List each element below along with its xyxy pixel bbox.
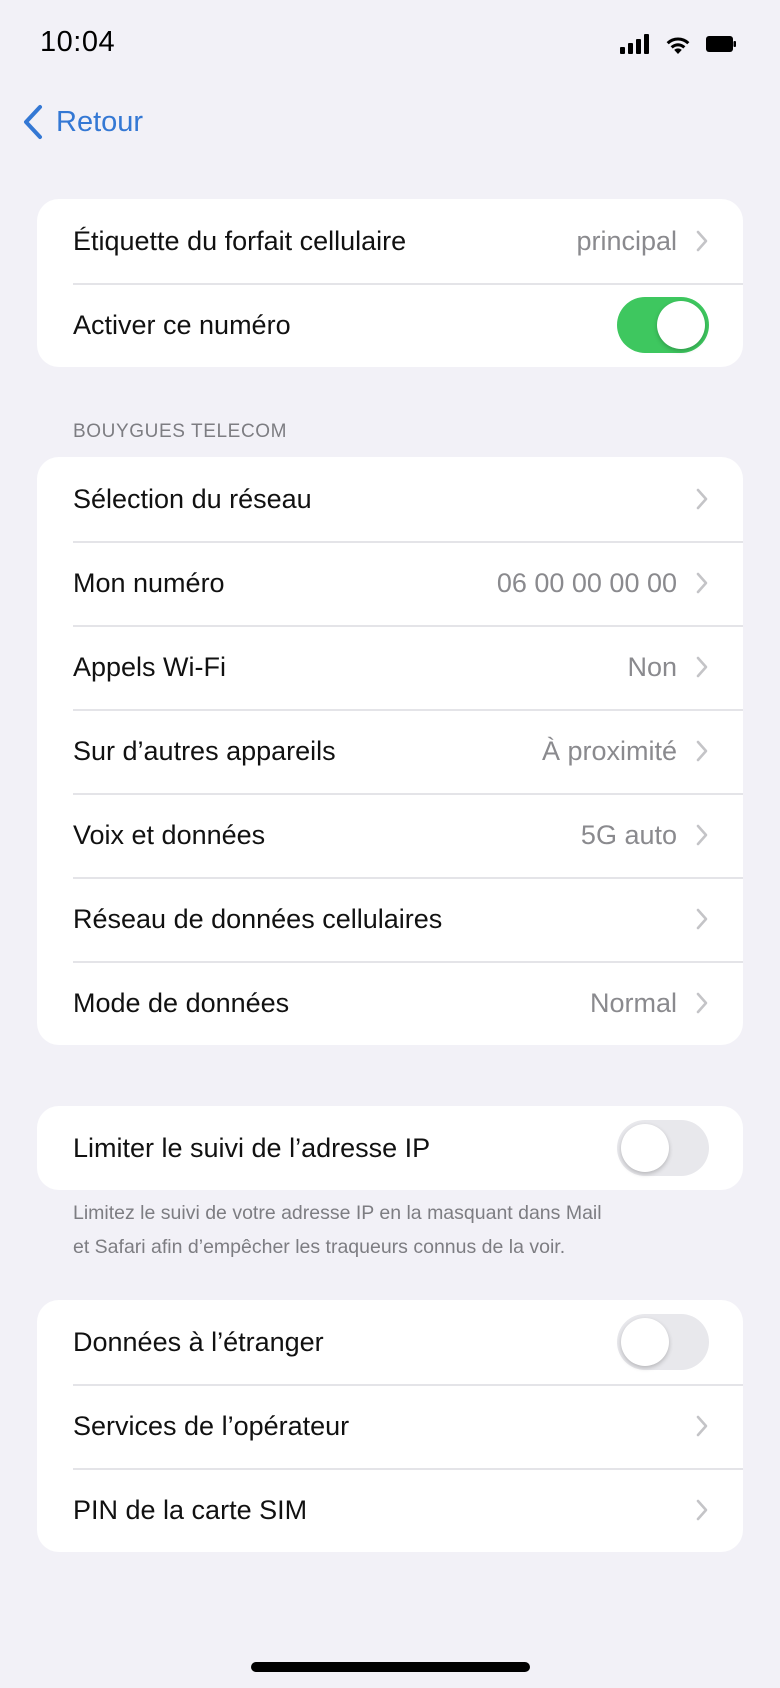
row-value: 06 00 00 00 00 xyxy=(496,567,677,598)
row-label: PIN de la carte SIM xyxy=(73,1494,308,1525)
row-label: Réseau de données cellulaires xyxy=(73,903,443,934)
battery-icon xyxy=(706,36,736,52)
activate-number-row: Activer ce numéro xyxy=(37,283,743,367)
chevron-right-icon xyxy=(696,1415,708,1437)
chevron-right-icon xyxy=(696,656,708,678)
row-label: Mode de données xyxy=(73,987,290,1018)
footer-line: Limitez le suivi de votre adresse IP en … xyxy=(73,1202,602,1224)
row-label: Données à l’étranger xyxy=(73,1326,324,1357)
limit-ip-tracking-row: Limiter le suivi de l’adresse IP xyxy=(37,1106,743,1190)
other-devices-row[interactable]: Sur d’autres appareils À proximité xyxy=(37,709,743,793)
row-label: Sélection du réseau xyxy=(73,483,312,514)
row-label: Activer ce numéro xyxy=(73,309,291,340)
chevron-right-icon xyxy=(696,1499,708,1521)
row-label: Mon numéro xyxy=(73,567,225,598)
my-number-row[interactable]: Mon numéro 06 00 00 00 00 xyxy=(37,541,743,625)
row-label: Voix et données xyxy=(73,819,266,850)
row-value: Non xyxy=(627,651,677,682)
roaming-data-row: Données à l’étranger xyxy=(37,1300,743,1384)
chevron-left-icon xyxy=(24,105,42,139)
signal-icon xyxy=(620,34,649,54)
operator-services-row[interactable]: Services de l’opérateur xyxy=(37,1384,743,1468)
row-label: Services de l’opérateur xyxy=(73,1410,350,1441)
chevron-right-icon xyxy=(696,488,708,510)
network-selection-row[interactable]: Sélection du réseau xyxy=(37,457,743,541)
chevron-right-icon xyxy=(696,992,708,1014)
row-label: Sur d’autres appareils xyxy=(73,735,336,766)
row-value: 5G auto xyxy=(580,819,677,850)
chevron-right-icon xyxy=(696,908,708,930)
chevron-right-icon xyxy=(696,824,708,846)
back-button[interactable]: Retour xyxy=(22,104,143,140)
section-header: BOUYGUES TELECOM xyxy=(73,421,288,442)
status-icons xyxy=(620,30,736,58)
wifi-icon xyxy=(666,36,690,54)
navigation-bar: Retour xyxy=(0,100,780,154)
roaming-data-toggle[interactable] xyxy=(617,1314,709,1370)
data-mode-row[interactable]: Mode de données Normal xyxy=(37,961,743,1045)
wifi-calling-row[interactable]: Appels Wi-Fi Non xyxy=(37,625,743,709)
voice-data-row[interactable]: Voix et données 5G auto xyxy=(37,793,743,877)
toggle-knob xyxy=(621,1318,669,1366)
limit-ip-tracking-toggle[interactable] xyxy=(617,1120,709,1176)
status-bar: 10:04 xyxy=(0,0,780,90)
activate-number-toggle[interactable] xyxy=(617,297,709,353)
row-value: principal xyxy=(576,225,677,256)
status-time: 10:04 xyxy=(40,26,116,58)
home-indicator[interactable] xyxy=(251,1662,530,1672)
footer-line: et Safari afin d’empêcher les traqueurs … xyxy=(73,1236,566,1258)
ip-tracking-card: Limiter le suivi de l’adresse IP xyxy=(37,1106,743,1190)
chevron-right-icon xyxy=(696,572,708,594)
row-label: Étiquette du forfait cellulaire xyxy=(73,225,407,256)
chevron-right-icon xyxy=(696,230,708,252)
toggle-knob xyxy=(657,301,705,349)
operator-card: Données à l’étranger Services de l’opéra… xyxy=(37,1300,743,1552)
cellular-data-network-row[interactable]: Réseau de données cellulaires xyxy=(37,877,743,961)
back-label: Retour xyxy=(56,105,144,138)
row-value: À proximité xyxy=(541,735,677,766)
toggle-knob xyxy=(621,1124,669,1172)
plan-card: Étiquette du forfait cellulaire principa… xyxy=(37,199,743,367)
row-value: Normal xyxy=(589,987,677,1018)
chevron-right-icon xyxy=(696,740,708,762)
row-label: Limiter le suivi de l’adresse IP xyxy=(73,1132,431,1163)
sim-pin-row[interactable]: PIN de la carte SIM xyxy=(37,1468,743,1552)
row-label: Appels Wi-Fi xyxy=(73,651,227,682)
ip-tracking-footer: Limitez le suivi de votre adresse IP en … xyxy=(73,1196,713,1264)
plan-label-row[interactable]: Étiquette du forfait cellulaire principa… xyxy=(37,199,743,283)
carrier-card: Sélection du réseau Mon numéro 06 00 00 … xyxy=(37,457,743,1045)
